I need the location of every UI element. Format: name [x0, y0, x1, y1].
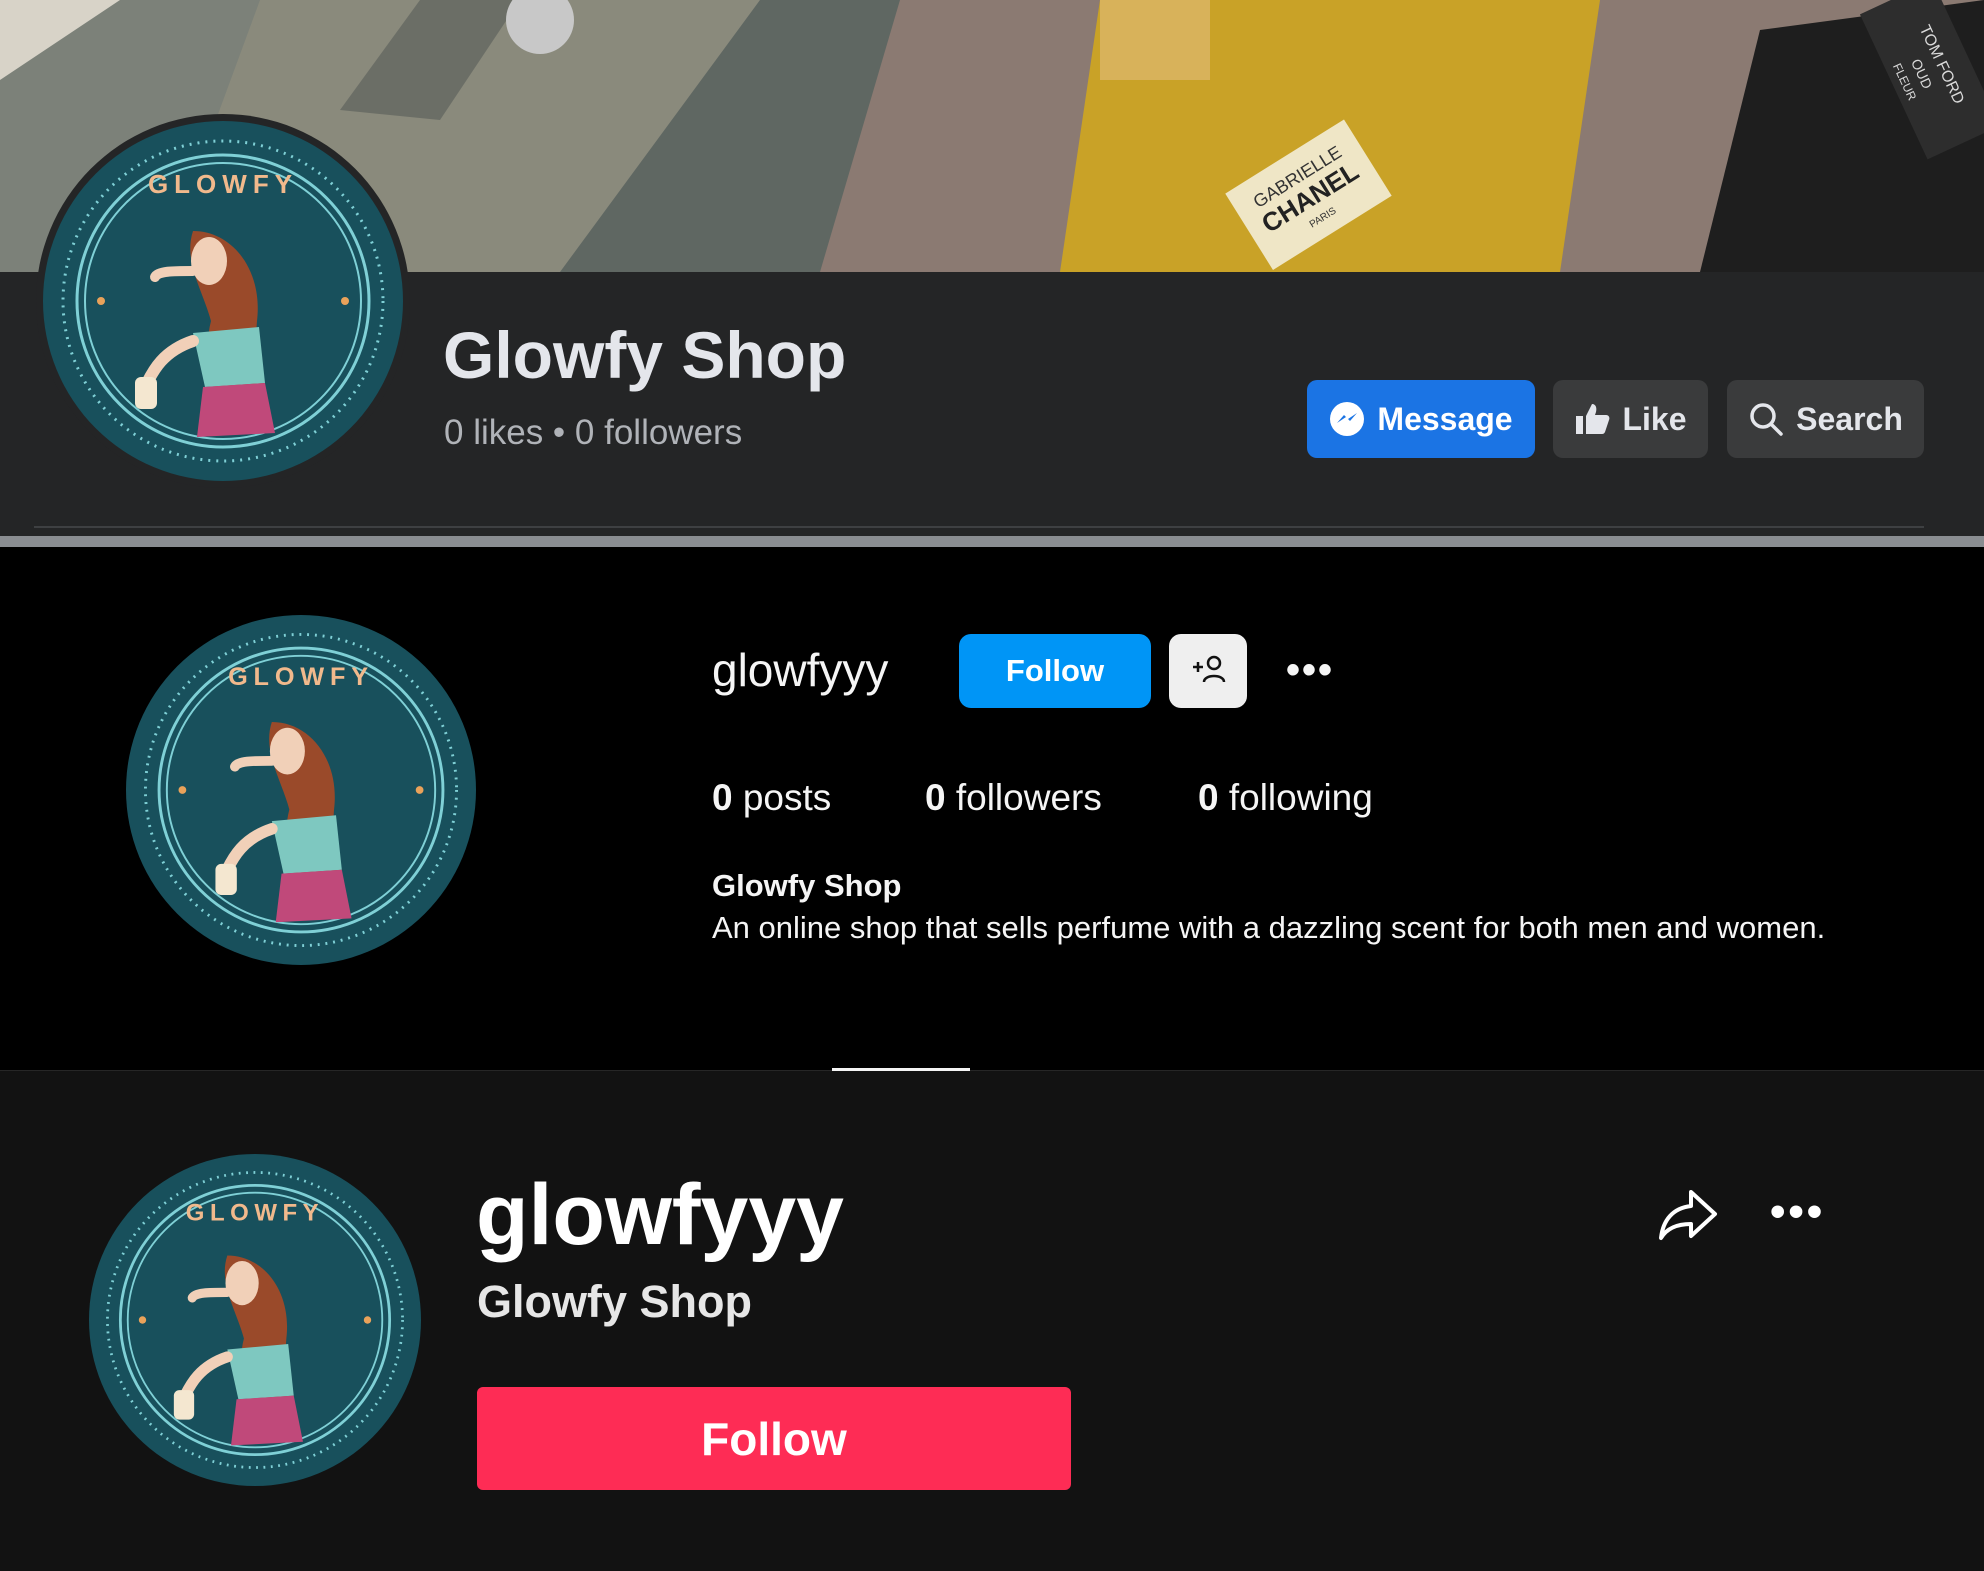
add-person-icon	[1189, 653, 1227, 690]
section-separator	[0, 536, 1984, 547]
followers-count[interactable]: 0 followers	[925, 779, 1102, 816]
divider	[34, 526, 1924, 528]
suggested-accounts-button[interactable]	[1169, 634, 1247, 708]
posts-count[interactable]: 0 posts	[712, 779, 831, 816]
posts-label: posts	[742, 777, 832, 818]
photo-profile-section: GLOWFY glowfyyy Follow ••• 0 posts 0 fol…	[0, 547, 1984, 1071]
logo-wordmark: GLOWFY	[228, 663, 374, 691]
message-button[interactable]: Message	[1307, 380, 1535, 458]
page-stats[interactable]: 0 likes • 0 followers	[444, 415, 742, 450]
following-label: following	[1228, 777, 1373, 818]
search-button-label: Search	[1796, 400, 1903, 437]
messenger-icon	[1329, 401, 1365, 437]
search-button[interactable]: Search	[1727, 380, 1924, 458]
page-profile-section: GABRIELLE CHANEL PARIS TOM FORD OUD FLEU…	[0, 0, 1984, 547]
more-options-icon[interactable]: •••	[1286, 650, 1334, 690]
like-button-label: Like	[1622, 400, 1687, 437]
logo-wordmark: GLOWFY	[186, 1199, 324, 1226]
followers-label: followers	[955, 777, 1102, 818]
display-name: Glowfy Shop	[477, 1276, 752, 1327]
follow-button[interactable]: Follow	[959, 634, 1151, 708]
followers-number: 0	[925, 777, 946, 818]
bio: An online shop that sells perfume with a…	[712, 910, 1826, 945]
posts-number: 0	[712, 777, 733, 818]
username: glowfyyy	[476, 1167, 844, 1263]
page-title: Glowfy Shop	[443, 318, 847, 392]
like-button[interactable]: Like	[1553, 380, 1708, 458]
following-count[interactable]: 0 following	[1198, 779, 1373, 816]
following-number: 0	[1198, 777, 1219, 818]
search-icon	[1748, 401, 1784, 437]
profile-avatar[interactable]: GLOWFY	[89, 1154, 421, 1486]
follow-button[interactable]: Follow	[477, 1387, 1071, 1490]
profile-avatar[interactable]: GLOWFY	[126, 615, 476, 965]
message-button-label: Message	[1377, 400, 1513, 437]
more-options-icon[interactable]: •••	[1770, 1190, 1825, 1234]
display-name: Glowfy Shop	[712, 868, 902, 903]
username: glowfyyy	[712, 644, 889, 696]
logo-wordmark: GLOWFY	[148, 169, 298, 199]
thumbs-up-icon	[1574, 402, 1610, 436]
page-profile-picture[interactable]: GLOWFY	[36, 114, 410, 488]
video-profile-section: GLOWFY glowfyyy Glowfy Shop Follow •••	[0, 1071, 1984, 1571]
share-icon[interactable]	[1655, 1182, 1721, 1248]
